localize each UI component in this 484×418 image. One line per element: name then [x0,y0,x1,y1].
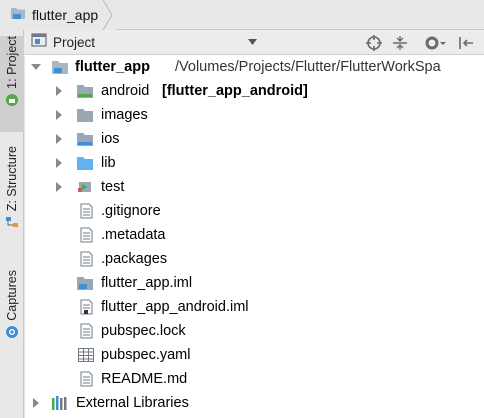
tree-item-label: flutter_app_android.iml [101,299,249,315]
folder-icon [77,85,93,98]
source-folder-icon [77,157,93,170]
tree-item-flutter-app-iml[interactable]: flutter_app.iml [25,271,484,295]
tree-item-ios[interactable]: ios [25,127,484,151]
collapsed-arrow-icon[interactable] [54,134,64,144]
project-view-icon [31,33,47,52]
yaml-file-icon [78,348,94,362]
tab-captures-label: Captures [5,270,19,321]
tree-item-label: images [101,107,148,123]
text-file-icon [80,203,93,219]
breadcrumb-project[interactable]: flutter_app [0,0,117,30]
module-file-icon [80,299,93,315]
tree-item-label: android [101,83,150,99]
text-file-icon [80,251,93,267]
tree-item-label: ios [101,131,120,147]
breadcrumb-label: flutter_app [32,7,99,23]
tree-item-label: test [101,179,125,195]
android-icon [5,93,19,112]
collapsed-arrow-icon[interactable] [31,398,41,408]
hide-panel-icon[interactable] [457,34,475,52]
chevron-down-icon [248,39,257,45]
libraries-icon [52,396,67,410]
text-file-icon [80,371,93,387]
breadcrumb-separator-icon [102,0,113,30]
tree-item-label: pubspec.yaml [101,347,191,363]
tree-root-row[interactable]: flutter_app /Volumes/Projects/Flutter/Fl… [25,55,484,79]
tab-project[interactable]: 1: Project [0,36,24,132]
root-name: flutter_app [75,59,150,75]
root-path: /Volumes/Projects/Flutter/FlutterWorkSpa [175,59,441,75]
collapse-all-icon[interactable] [391,34,409,52]
project-folder-icon [52,61,68,74]
tree-item-label: .gitignore [101,203,161,219]
tree-item-images[interactable]: images [25,103,484,127]
tree-item-android[interactable]: android [flutter_app_android] [25,79,484,103]
tree-item-gitignore[interactable]: .gitignore [25,199,484,223]
tab-captures[interactable]: Captures [0,270,24,360]
module-name: [flutter_app_android] [162,83,308,99]
breadcrumb-bar: flutter_app [0,0,484,30]
collapsed-arrow-icon[interactable] [54,182,64,192]
tree-item-label: flutter_app.iml [101,275,193,291]
text-file-icon [80,323,93,339]
tab-structure-label: Z: Structure [5,146,19,212]
tree-item-packages[interactable]: .packages [25,247,484,271]
collapsed-arrow-icon[interactable] [54,110,64,120]
tree-item-pubspec-yaml[interactable]: pubspec.yaml [25,343,484,367]
tree-item-label: pubspec.lock [101,323,186,339]
tree-item-readme[interactable]: README.md [25,367,484,391]
tree-item-label: .metadata [101,227,166,243]
tree-item-label: .packages [101,251,168,267]
project-panel: Project flutter_app /Volumes/Projects/Fl… [25,30,484,418]
tree-item-label: External Libraries [76,395,189,411]
tree-item-metadata[interactable]: .metadata [25,223,484,247]
tool-window-strip: 1: Project Z: Structure Captures [0,30,24,418]
collapsed-arrow-icon[interactable] [54,158,64,168]
view-selector[interactable]: Project [31,30,257,55]
tree-item-label: lib [101,155,116,171]
tree-item-lib[interactable]: lib [25,151,484,175]
gear-icon[interactable] [423,34,447,52]
panel-header: Project [25,30,484,55]
text-file-icon [80,227,93,243]
test-folder-icon [78,182,91,192]
tree-item-pubspec-lock[interactable]: pubspec.lock [25,319,484,343]
tree-item-external-libraries[interactable]: External Libraries [25,391,484,415]
structure-icon [5,215,19,234]
camera-icon [5,325,19,344]
view-selector-label: Project [53,35,96,50]
tree-item-flutter-app-android-iml[interactable]: flutter_app_android.iml [25,295,484,319]
tree-item-label: README.md [101,371,188,387]
module-file-icon [77,277,93,290]
folder-icon [77,133,93,146]
project-folder-icon [10,6,26,25]
folder-icon [77,109,93,122]
collapsed-arrow-icon[interactable] [54,86,64,96]
tree-item-test[interactable]: test [25,175,484,199]
tab-structure[interactable]: Z: Structure [0,146,24,256]
locate-icon[interactable] [365,34,383,52]
expanded-arrow-icon[interactable] [31,62,41,72]
tab-project-label: 1: Project [5,36,19,89]
